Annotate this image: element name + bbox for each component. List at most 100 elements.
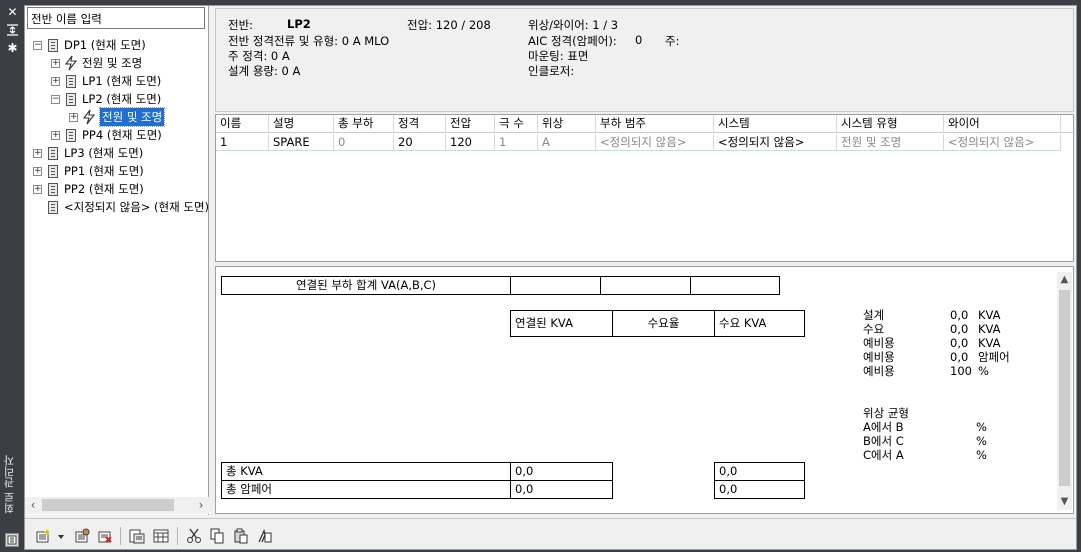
tree-item-label[interactable]: PP4 (현재 도면) — [82, 126, 162, 144]
column-header[interactable]: 설명 — [269, 115, 334, 133]
phase-a-cell — [510, 276, 601, 295]
balance-label: A에서 B — [863, 420, 904, 434]
note-label: 주: — [665, 34, 680, 48]
tree-item-label[interactable]: 전원 및 조명 — [98, 107, 166, 127]
tree-horizontal-scrollbar[interactable]: ‹ › — [25, 497, 209, 514]
column-header[interactable]: 위상 — [538, 115, 596, 133]
phase-c-cell — [690, 276, 780, 295]
scroll-left-icon[interactable]: ‹ — [25, 497, 41, 514]
enclosure-text: 인클로저: — [528, 64, 575, 78]
panel-icon — [48, 182, 58, 196]
circuit-report-icon[interactable] — [129, 528, 145, 544]
column-header[interactable]: 와이어 — [944, 115, 1061, 133]
column-header[interactable]: 정격 — [394, 115, 446, 133]
balance-unit: % — [976, 420, 987, 434]
stat-unit: % — [978, 364, 989, 378]
table-cell[interactable]: SPARE — [269, 134, 334, 150]
column-header[interactable]: 총 부하 — [334, 115, 394, 133]
panel-name-value: LP2 — [287, 17, 311, 31]
table-cell[interactable]: <정의되지 않음> — [714, 134, 837, 150]
table-cell[interactable]: 1 — [216, 134, 269, 150]
table-cell[interactable]: 전원 및 조명 — [837, 134, 944, 150]
column-header[interactable]: 전압 — [446, 115, 495, 133]
panel-icon — [66, 128, 76, 142]
voltage-text: 전압: 120 / 208 — [407, 18, 491, 32]
lightning-bolt-icon — [82, 109, 96, 125]
expand-icon[interactable]: + — [33, 166, 42, 176]
table-cell[interactable]: 1 — [495, 134, 538, 150]
tree-item[interactable]: + LP1 (현재 도면) — [51, 72, 161, 90]
tree-item[interactable]: + PP1 (현재 도면) — [33, 162, 144, 180]
tree-item[interactable]: + LP3 (현재 도면) — [33, 144, 143, 162]
panel-info: 전반: LP2 전압: 120 / 208 위상/와이어: 1 / 3 전반 정… — [215, 8, 1074, 112]
panel-schedule-icon[interactable] — [153, 528, 169, 544]
scroll-down-icon[interactable]: ▼ — [1057, 494, 1072, 510]
expand-icon[interactable]: + — [51, 130, 60, 140]
expand-icon[interactable]: + — [69, 112, 78, 122]
table-cell[interactable]: 0 — [334, 134, 394, 150]
total-kva-demand: 0,0 — [714, 462, 805, 481]
tree-item-label[interactable]: <지정되지 않음> (현재 도면) — [64, 198, 209, 216]
paste-icon[interactable] — [233, 528, 249, 544]
tree-item-label[interactable]: LP2 (현재 도면) — [82, 90, 161, 108]
circuit-toolbar — [25, 518, 1076, 549]
auto-hide-icon[interactable] — [6, 24, 19, 36]
stat-label: 예비용 — [863, 364, 895, 378]
column-header[interactable]: 이름 — [216, 115, 269, 133]
dropdown-arrow-icon[interactable] — [53, 528, 64, 544]
panel-search-input[interactable]: 전반 이름 입력 — [27, 7, 205, 29]
table-cell[interactable]: 20 — [394, 134, 446, 150]
collapse-icon[interactable]: − — [33, 40, 42, 50]
tree-item[interactable]: + PP4 (현재 도면) — [51, 126, 162, 144]
circuit-manager-window: 전반 이름 입력 − DP1 (현재 도면) + 전원 및 조명 + LP1 (현재 도면… — [24, 5, 1077, 550]
table-cell[interactable]: <정의되지 않음> — [944, 134, 1061, 150]
table-cell[interactable]: A — [538, 134, 596, 150]
delete-circuit-icon[interactable] — [97, 528, 113, 544]
table-cell[interactable]: <정의되지 않음> — [596, 134, 714, 150]
tree-item[interactable]: − DP1 (현재 도면) — [33, 36, 146, 54]
tree-item[interactable]: + 전원 및 조명 — [69, 107, 166, 127]
scroll-thumb[interactable] — [42, 499, 174, 511]
palette-app-icon — [5, 533, 19, 547]
stat-label: 예비용 — [863, 336, 895, 350]
tree-item-label[interactable]: PP2 (현재 도면) — [64, 180, 144, 198]
column-header[interactable]: 시스템 — [714, 115, 837, 133]
tree-item-label[interactable]: DP1 (현재 도면) — [64, 36, 146, 54]
palette-strip: ✕ ✱ 회로 관리자 — [0, 0, 24, 552]
scroll-right-icon[interactable]: › — [193, 497, 209, 514]
collapse-icon[interactable]: − — [51, 94, 60, 104]
expand-icon[interactable]: + — [51, 58, 60, 68]
copy-icon[interactable] — [209, 528, 225, 544]
tree-item[interactable]: <지정되지 않음> (현재 도면) — [33, 198, 209, 216]
panel-icon — [48, 200, 58, 214]
tree-item-label[interactable]: LP3 (현재 도면) — [64, 144, 143, 162]
electrical-project-icon[interactable] — [257, 528, 273, 544]
cut-icon[interactable] — [186, 528, 202, 544]
tree-item[interactable]: + 전원 및 조명 — [51, 54, 142, 72]
settings-icon[interactable]: ✱ — [6, 42, 19, 54]
tree-item[interactable]: + PP2 (현재 도면) — [33, 180, 144, 198]
scroll-thumb[interactable] — [1059, 290, 1070, 486]
total-amp-demand: 0,0 — [714, 480, 805, 499]
table-cell[interactable]: 120 — [446, 134, 495, 150]
expand-icon[interactable]: + — [33, 148, 42, 158]
new-circuit-icon[interactable] — [35, 528, 51, 544]
column-header[interactable]: 극 수 — [495, 115, 538, 133]
circuit-properties-icon[interactable] — [74, 528, 90, 544]
balance-label: B에서 C — [863, 434, 904, 448]
expand-icon[interactable]: + — [33, 184, 42, 194]
lightning-bolt-icon — [64, 55, 78, 71]
column-header[interactable]: 시스템 유형 — [837, 115, 944, 133]
column-header[interactable]: 부하 범주 — [596, 115, 714, 133]
scroll-up-icon[interactable]: ▲ — [1057, 272, 1072, 288]
expand-icon[interactable]: + — [51, 76, 60, 86]
demand-kva-header: 수요 KVA — [714, 310, 805, 337]
tree-item-label[interactable]: 전원 및 조명 — [82, 54, 142, 72]
tree-item-label[interactable]: LP1 (현재 도면) — [82, 72, 161, 90]
close-icon[interactable]: ✕ — [6, 6, 19, 18]
table-row[interactable]: 1 SPARE 0 20 120 1 A <정의되지 않음> <정의되지 않음> 전원 및 조명 <… — [216, 134, 1061, 151]
summary-vertical-scrollbar[interactable]: ▲ ▼ — [1057, 272, 1072, 510]
tree-item[interactable]: − LP2 (현재 도면) — [51, 90, 161, 108]
tree-item-label[interactable]: PP1 (현재 도면) — [64, 162, 144, 180]
stat-unit: 암페어 — [978, 350, 1010, 364]
